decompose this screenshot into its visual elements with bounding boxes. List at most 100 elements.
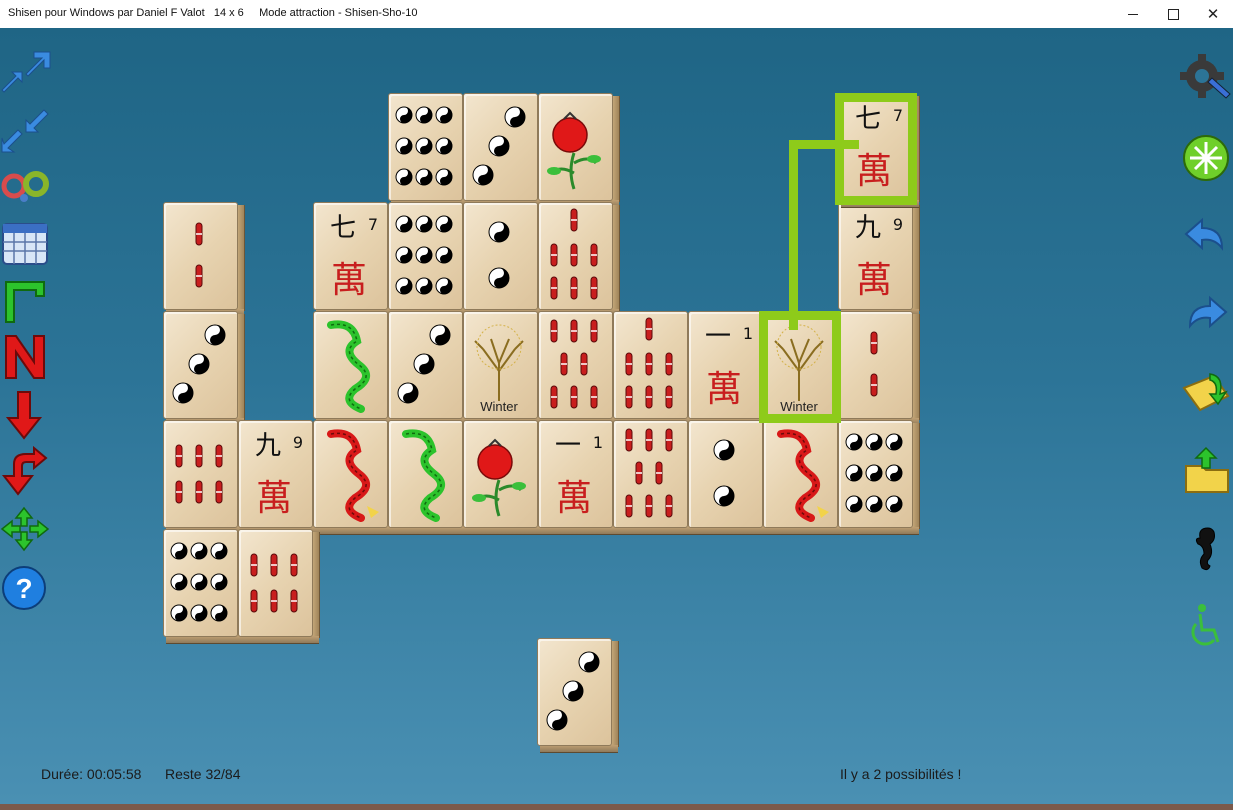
tile-green-dragon[interactable] [313, 311, 395, 426]
tile-circle-3[interactable] [463, 93, 545, 208]
tile-character-7[interactable]: 七7 萬 [313, 202, 395, 317]
minimize-icon [1128, 13, 1138, 15]
move-down-diagonal-icon[interactable] [0, 104, 52, 154]
tile-symbol [777, 429, 829, 522]
tile-symbol [472, 106, 526, 186]
svg-text:9: 9 [893, 215, 903, 234]
tile-symbol [170, 542, 228, 622]
tile-symbol [195, 222, 203, 288]
tile-symbol [327, 320, 370, 413]
tile-symbol: Winter [474, 324, 524, 414]
undo-arrow-icon[interactable] [1180, 210, 1232, 260]
selected-tile-highlight-bottom [759, 311, 841, 423]
shuffle-cross-icon[interactable] [0, 504, 52, 554]
tile-symbol [550, 208, 598, 300]
new-game-n-icon[interactable] [0, 332, 52, 382]
tile-bamboo-8[interactable] [538, 311, 620, 426]
arrow-down-icon[interactable] [0, 390, 52, 440]
tile-circle-9[interactable] [388, 202, 470, 317]
tile-bamboo-2[interactable] [838, 311, 920, 426]
tile-edge [541, 527, 619, 535]
tile-character-9[interactable]: 九9 萬 [238, 420, 320, 535]
tile-red-dragon[interactable] [313, 420, 395, 535]
tile-bamboo-7[interactable] [613, 311, 695, 426]
tile-bamboo-7[interactable] [538, 202, 620, 317]
tile-symbol: 一 1 萬 [555, 431, 603, 519]
close-icon: ✕ [1206, 6, 1220, 23]
tile-bamboo-6[interactable] [163, 420, 245, 535]
tile-green-dragon[interactable] [388, 420, 470, 535]
hint-message: Il y a 2 possibilités ! [840, 766, 962, 782]
tile-edge [912, 423, 920, 529]
tile-pomegranate[interactable] [538, 93, 620, 208]
tile-symbol [172, 324, 226, 404]
open-folder-icon[interactable] [1180, 366, 1232, 416]
svg-text:Winter: Winter [480, 399, 518, 414]
tile-circle-2[interactable] [688, 420, 770, 535]
tile-winter[interactable]: Winter [463, 311, 545, 426]
tile-symbol: 七 7 萬 [330, 213, 378, 301]
tile-circle-3[interactable] [388, 311, 470, 426]
tile-edge [237, 314, 245, 420]
gravity-l-icon[interactable] [0, 274, 52, 324]
redo-arrow-icon[interactable] [1180, 288, 1232, 338]
tile-edge [540, 745, 618, 753]
tile-circle-3[interactable] [537, 638, 619, 753]
tile-symbol [713, 439, 735, 507]
seahorse-icon[interactable] [1180, 524, 1232, 574]
help-icon[interactable]: ? [0, 562, 52, 612]
gears-icon[interactable] [0, 160, 52, 210]
calendar-grid-icon[interactable] [0, 218, 52, 268]
svg-text:一: 一 [705, 322, 731, 352]
close-button[interactable]: ✕ [1190, 0, 1233, 28]
accessibility-icon[interactable] [1180, 602, 1232, 652]
svg-text:1: 1 [743, 324, 753, 343]
selected-tile-highlight-top [835, 93, 917, 205]
tile-edge [612, 205, 620, 311]
tile-character-1[interactable]: 一1 萬 [688, 311, 770, 426]
tile-edge [237, 205, 245, 311]
tile-circle-2[interactable] [463, 202, 545, 317]
tile-bamboo-2[interactable] [163, 202, 245, 317]
tile-edge [166, 636, 244, 644]
svg-text:萬: 萬 [706, 369, 742, 410]
tile-edge [316, 527, 394, 535]
tile-bamboo-6[interactable] [238, 529, 320, 644]
tile-symbol [546, 651, 600, 731]
tile-circle-3[interactable] [163, 311, 245, 426]
tile-symbol [395, 106, 453, 186]
tile-character-1[interactable]: 一1 萬 [538, 420, 620, 535]
tile-symbol [175, 444, 223, 504]
tile-symbol [250, 553, 298, 613]
svg-text:9: 9 [293, 433, 303, 452]
svg-text:1: 1 [593, 433, 603, 452]
tile-red-dragon[interactable] [763, 420, 845, 535]
tile-circle-9[interactable] [838, 420, 920, 535]
tile-character-9[interactable]: 九9 萬 [838, 202, 920, 317]
tile-symbol [402, 429, 445, 522]
tile-circle-9[interactable] [388, 93, 470, 208]
tile-bamboo-8[interactable] [613, 420, 695, 535]
svg-text:七: 七 [330, 213, 356, 243]
tile-pomegranate[interactable] [463, 420, 545, 535]
tile-edge [611, 641, 619, 747]
settings-wrench-icon[interactable] [1180, 52, 1232, 102]
svg-text:萬: 萬 [256, 478, 292, 519]
tile-symbol [395, 215, 453, 295]
tile-edge [391, 527, 469, 535]
tile-symbol [488, 221, 510, 289]
duration-label: Durée: 00:05:58 [41, 766, 142, 782]
tile-edge [766, 527, 844, 535]
svg-text:萬: 萬 [856, 260, 892, 301]
save-folder-icon[interactable] [1180, 446, 1232, 496]
move-up-diagonal-icon[interactable] [0, 46, 52, 96]
tile-edge [312, 532, 320, 638]
hint-star-icon[interactable] [1180, 132, 1232, 182]
tile-edge [612, 96, 620, 202]
tile-edge [912, 314, 920, 420]
tile-symbol [327, 429, 379, 522]
svg-text:一: 一 [555, 431, 581, 461]
tile-circle-9[interactable] [163, 529, 245, 644]
tile-symbol [397, 324, 451, 404]
undo-down-icon[interactable] [0, 445, 52, 496]
